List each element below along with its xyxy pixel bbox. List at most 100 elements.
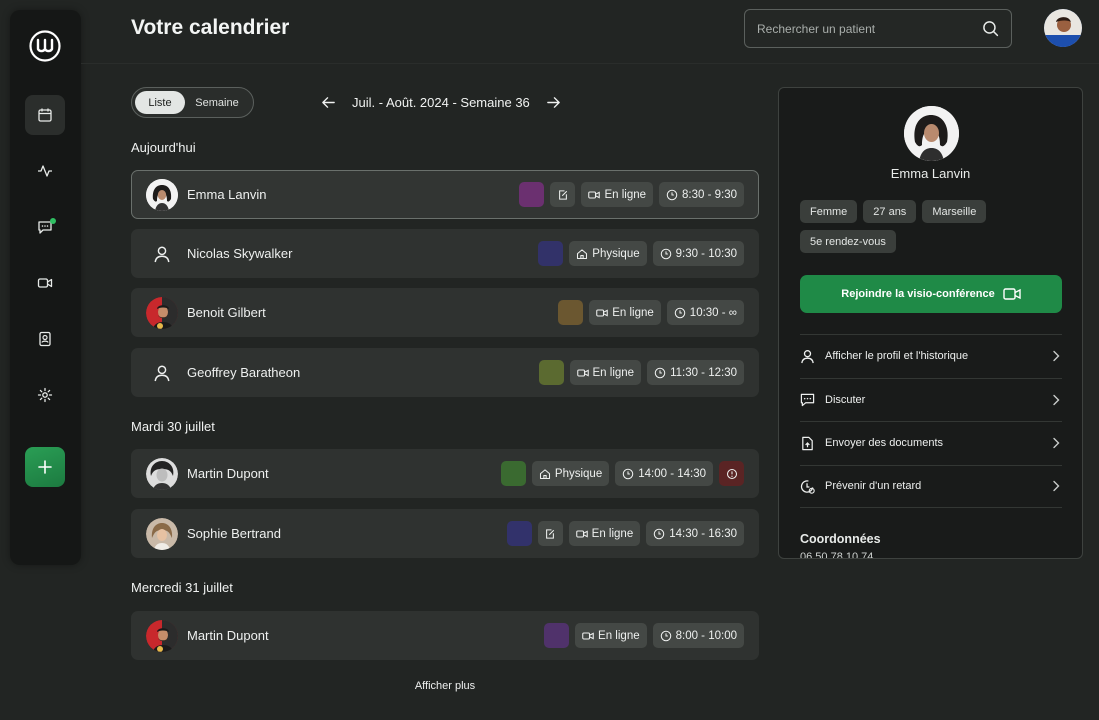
patient-avatar-large <box>904 106 959 161</box>
chat-icon <box>800 393 815 407</box>
time-chip: 9:30 - 10:30 <box>652 241 744 266</box>
patient-name: Emma Lanvin <box>890 166 971 181</box>
view-profile-action[interactable]: Afficher le profil et l'historique <box>800 334 1062 378</box>
list-view-option[interactable]: Liste <box>135 91 185 114</box>
time-chip: 14:30 - 16:30 <box>646 521 744 546</box>
consultation-mode-chip: En ligne <box>569 360 642 385</box>
previous-week-button[interactable] <box>318 92 338 112</box>
patient-avatar <box>146 517 178 550</box>
show-more-link[interactable]: Afficher plus <box>395 680 495 692</box>
header-divider <box>81 63 1099 64</box>
color-tag <box>506 521 532 546</box>
gender-tag: Femme <box>800 200 858 223</box>
clock-icon <box>660 248 671 259</box>
clock-icon <box>660 630 671 641</box>
add-appointment-button[interactable] <box>25 447 65 487</box>
user-icon <box>154 365 170 381</box>
sidebar <box>10 10 81 565</box>
clock-alert-icon <box>800 480 815 494</box>
patient-actions: Afficher le profil et l'historique Discu… <box>800 334 1062 508</box>
appointment-row[interactable]: Sophie Bertrand En ligne 14:30 - 16:30 <box>131 509 759 558</box>
search-icon[interactable] <box>982 20 999 37</box>
time-label: 8:00 - 10:00 <box>675 629 737 642</box>
home-icon <box>577 248 588 259</box>
patient-avatar <box>146 238 178 270</box>
action-label: Envoyer des documents <box>825 437 944 450</box>
color-tag <box>500 461 526 486</box>
appointment-row[interactable]: Geoffrey Baratheon En ligne 11:30 - 12:3… <box>131 348 759 397</box>
city-tag: Marseille <box>922 200 987 223</box>
day-heading: Mardi 30 juillet <box>131 419 215 434</box>
patient-tags: Femme 27 ans Marseille 5e rendez-vous <box>800 200 1065 253</box>
contacts-nav-button[interactable] <box>25 319 65 359</box>
appointment-row[interactable]: Benoit Gilbert En ligne 10:30 - ∞ <box>131 288 759 337</box>
alert-button[interactable] <box>719 461 744 486</box>
report-delay-action[interactable]: Prévenir d'un retard <box>800 464 1062 508</box>
video-icon <box>1003 288 1021 300</box>
chat-action[interactable]: Discuter <box>800 377 1062 422</box>
user-icon <box>801 349 814 363</box>
search-input[interactable] <box>757 21 982 36</box>
week-view-option[interactable]: Semaine <box>185 91 249 114</box>
activity-nav-button[interactable] <box>25 151 65 191</box>
arrow-right-icon <box>547 96 561 108</box>
consultation-mode-chip: Physique <box>569 241 647 266</box>
calendar-nav-button[interactable] <box>25 95 65 135</box>
clock-icon <box>622 468 634 479</box>
appointment-row[interactable]: Martin Dupont Physique 14:00 - 14:30 <box>131 449 759 498</box>
consultation-mode-chip: Physique <box>531 461 610 486</box>
video-nav-button[interactable] <box>25 263 65 303</box>
appointment-row[interactable]: Martin Dupont En ligne 8:00 - 10:00 <box>131 611 759 660</box>
patient-phone: 06 50 78 10 74 <box>800 551 874 559</box>
user-icon <box>154 246 170 262</box>
chevron-right-icon <box>1053 438 1060 449</box>
visit-count-tag: 5e rendez-vous <box>800 230 896 253</box>
patient-avatar <box>146 619 178 652</box>
video-icon <box>37 278 53 288</box>
time-chip: 14:00 - 14:30 <box>615 461 713 486</box>
time-label: 11:30 - 12:30 <box>670 366 737 379</box>
action-label: Afficher le profil et l'historique <box>825 350 969 363</box>
app-logo[interactable] <box>29 30 61 62</box>
join-button-label: Rejoindre la visio-conférence <box>841 288 995 300</box>
note-button[interactable] <box>550 182 576 207</box>
document-upload-icon <box>802 436 813 450</box>
time-chip: 8:30 - 9:30 <box>659 182 744 207</box>
view-toggle: Liste Semaine <box>131 87 254 118</box>
mode-label: En ligne <box>598 629 640 642</box>
gear-icon <box>37 387 53 403</box>
patient-name: Martin Dupont <box>187 466 269 481</box>
clock-icon <box>674 307 686 318</box>
consultation-mode-chip: En ligne <box>589 300 661 325</box>
consultation-mode-chip: En ligne <box>575 623 647 648</box>
page-title: Votre calendrier <box>131 16 290 39</box>
edit-note-icon <box>546 528 555 539</box>
user-avatar[interactable] <box>1044 9 1082 47</box>
mode-label: En ligne <box>592 366 635 379</box>
patient-search[interactable] <box>744 9 1012 48</box>
appointment-row[interactable]: Emma Lanvin En ligne 8:30 - 9:30 <box>131 170 759 219</box>
join-video-call-button[interactable]: Rejoindre la visio-conférence <box>800 275 1062 313</box>
time-chip: 10:30 - ∞ <box>666 300 744 325</box>
color-tag <box>538 360 564 385</box>
contact-book-icon <box>39 331 51 347</box>
patient-name: Emma Lanvin <box>187 187 267 202</box>
video-icon <box>575 529 588 538</box>
mode-label: En ligne <box>612 306 654 319</box>
arrow-left-icon <box>321 96 335 108</box>
video-icon <box>588 190 601 199</box>
color-tag <box>544 623 570 648</box>
contact-section-title: Coordonnées <box>800 532 881 546</box>
chevron-right-icon <box>1053 481 1060 492</box>
mode-label: En ligne <box>591 527 634 540</box>
send-documents-action[interactable]: Envoyer des documents <box>800 421 1062 465</box>
note-button[interactable] <box>537 521 563 546</box>
settings-nav-button[interactable] <box>25 375 65 415</box>
notification-dot <box>50 218 56 224</box>
patient-name: Geoffrey Baratheon <box>187 365 301 380</box>
next-week-button[interactable] <box>544 92 564 112</box>
patient-name: Martin Dupont <box>187 628 269 643</box>
messages-nav-button[interactable] <box>25 207 65 247</box>
appointment-row[interactable]: Nicolas Skywalker Physique 9:30 - 10:30 <box>131 229 759 278</box>
time-chip: 8:00 - 10:00 <box>652 623 744 648</box>
